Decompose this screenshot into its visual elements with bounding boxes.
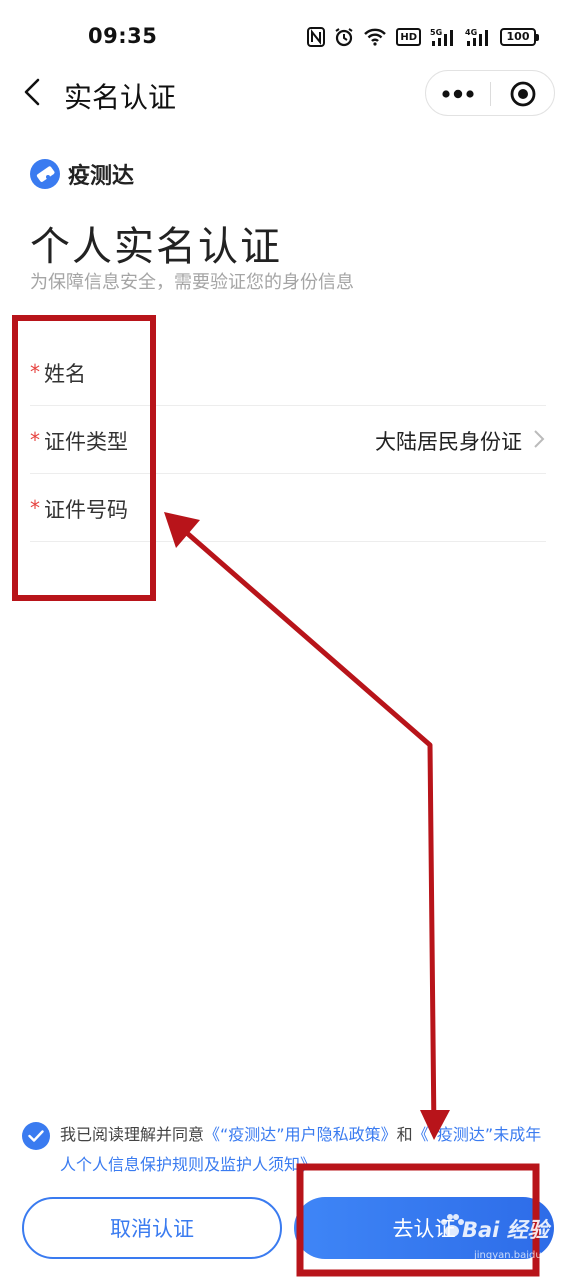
privacy-policy-link[interactable]: 《“疫测达”用户隐私政策》 — [204, 1125, 397, 1144]
mini-program-capsule — [425, 70, 555, 116]
id-number-input[interactable] — [200, 488, 540, 528]
watermark-sub: jingyan.baidu.com — [474, 1250, 567, 1261]
brand-logo-icon — [30, 159, 60, 189]
nav-bar: 实名认证 — [0, 60, 576, 124]
id-type-row[interactable]: * 证件类型 大陆居民身份证 — [30, 406, 546, 474]
brand: 疫测达 — [30, 158, 134, 190]
wifi-icon — [363, 28, 387, 46]
chevron-right-icon[interactable] — [532, 428, 546, 450]
name-row: * 姓名 — [30, 338, 546, 406]
more-dots-icon[interactable] — [426, 71, 490, 117]
name-input[interactable] — [200, 352, 540, 392]
status-time: 09:35 — [88, 24, 158, 48]
alarm-icon — [334, 27, 354, 47]
target-circle-icon[interactable] — [491, 71, 555, 117]
battery-icon: 100 — [500, 28, 539, 46]
required-mark: * — [30, 496, 40, 520]
chevron-left-icon[interactable] — [18, 74, 50, 110]
nav-title: 实名认证 — [64, 81, 177, 114]
agreement-text: 我已阅读理解并同意《“疫测达”用户隐私政策》和《“疫测达”未成年人个人信息保护规… — [60, 1120, 550, 1180]
agreement-connector: 和 — [396, 1125, 413, 1144]
page-subtitle: 为保障信息安全，需要验证您的身份信息 — [30, 272, 354, 293]
id-type-value[interactable]: 大陆居民身份证 — [375, 426, 522, 456]
id-number-label: 证件号码 — [44, 498, 128, 522]
agreement-prefix: 我已阅读理解并同意 — [60, 1125, 205, 1144]
paw-icon — [441, 1214, 464, 1237]
signal-4g-icon: 4G — [465, 27, 491, 47]
status-icons: HD 5G 4G 100 — [307, 24, 539, 50]
annotation-overlay — [12, 315, 540, 1277]
watermark: Bai 经验 jingyan.baidu.com — [436, 1208, 568, 1268]
name-label: 姓名 — [44, 362, 86, 386]
hd-icon: HD — [396, 28, 421, 46]
page-title: 个人实名认证 — [30, 224, 282, 270]
id-number-row: * 证件号码 — [30, 474, 546, 542]
required-mark: * — [30, 360, 40, 384]
checkbox-checked-icon[interactable] — [22, 1122, 50, 1150]
required-mark: * — [30, 428, 40, 452]
annotation-arrow-line — [170, 518, 437, 1134]
signal-5g-icon: 5G — [430, 27, 456, 47]
svg-text:4G: 4G — [465, 28, 477, 37]
nfc-icon — [307, 27, 326, 47]
watermark-main: Bai 经验 — [462, 1218, 549, 1242]
svg-text:5G: 5G — [430, 28, 442, 37]
identity-form: * 姓名 * 证件类型 大陆居民身份证 * 证件号码 — [30, 338, 546, 542]
brand-name: 疫测达 — [68, 164, 135, 189]
id-type-label: 证件类型 — [44, 430, 128, 454]
cancel-button[interactable]: 取消认证 — [22, 1197, 282, 1259]
